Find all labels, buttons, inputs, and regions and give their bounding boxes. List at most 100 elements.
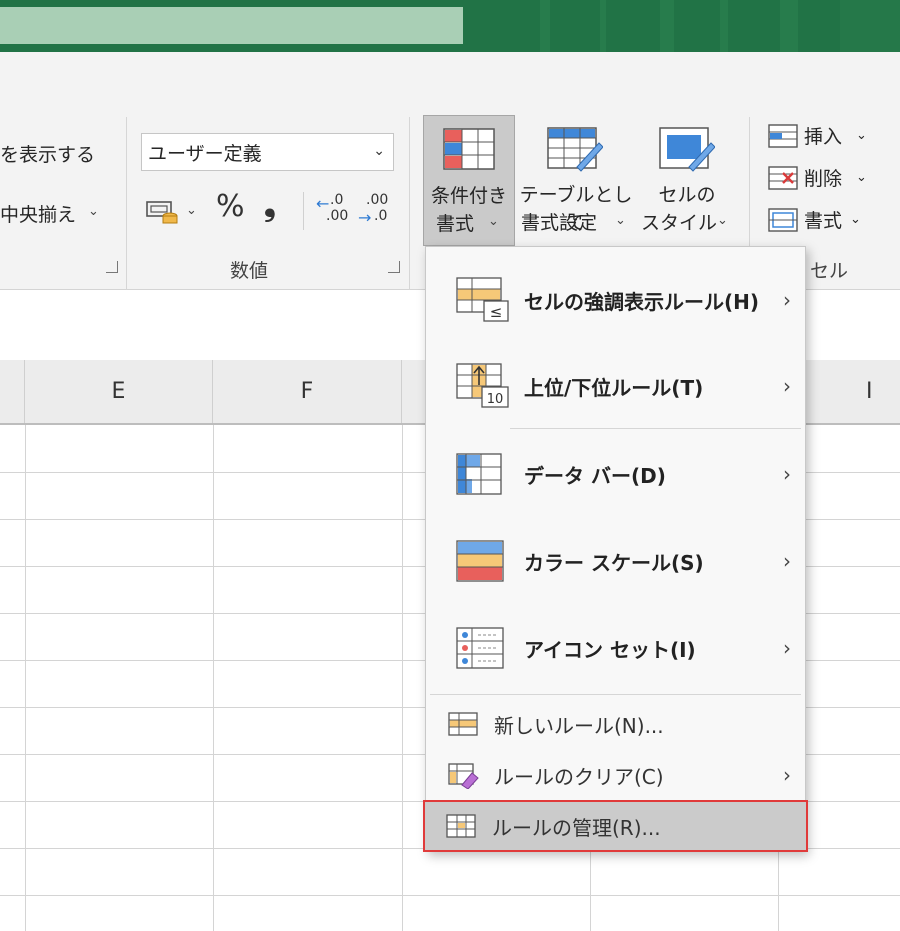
top-bottom-rules-icon: 10 [456,363,509,408]
icon-sets-icon [456,627,504,669]
decimal-text: .0 [374,208,388,224]
accounting-format-icon[interactable] [146,198,180,226]
title-bar [0,0,900,52]
group-divider [409,117,410,317]
title-decoration [780,0,798,52]
chevron-right-icon: › [783,636,791,660]
format-label: 書式 [804,210,843,232]
menu-item-label: アイコン セット(I) [524,637,696,662]
number-group-label: 数値 [230,260,269,282]
divider [303,192,304,230]
title-decoration [540,0,550,52]
menu-item-label: データ バー(D) [524,463,666,488]
chevron-right-icon: › [783,374,791,398]
cells-group-label: セル [810,260,849,282]
conditional-formatting-icon [443,128,495,170]
conditional-formatting-button[interactable]: 条件付き 書式 ⌄ [423,115,515,246]
number-format-value: ユーザー定義 [148,142,262,165]
cf-label-line2: 書式 [436,213,475,235]
format-as-table-button[interactable]: テーブルとして 書式設定 ⌄ [517,115,633,246]
chevron-right-icon: › [783,549,791,573]
format-as-table-line2: 書式設定 [521,212,598,234]
insert-cells-icon [768,123,798,148]
menu-item-label: ルールの管理(R)... [492,815,661,840]
chevron-down-icon: ⌄ [856,170,867,185]
eraser-icon [448,763,479,789]
chevron-down-icon: ⌄ [856,128,867,143]
data-bars-icon [456,453,502,495]
chevron-down-icon: ⌄ [850,212,861,227]
chevron-down-icon: ⌄ [488,214,499,229]
delete-button[interactable]: 削除 ⌄ [768,164,867,191]
number-launcher-icon[interactable] [388,261,400,273]
menu-item-manage-rules[interactable]: ルールの管理(R)... [423,800,808,852]
highlight-cells-rules-icon: ≤ [456,277,509,322]
title-decoration [600,0,606,52]
group-divider [126,117,127,317]
chevron-down-icon[interactable]: ⌄ [88,204,99,219]
menu-item-label: 新しいルール(N)... [494,713,664,738]
comma-style-button[interactable]: ❟ [264,188,276,223]
decimal-text: .00 [366,192,389,208]
grid-line [402,425,403,931]
menu-item-color-scales[interactable]: カラー スケール(S) › [426,518,805,604]
cell-styles-line2: スタイル [641,212,718,234]
column-header-f[interactable]: F [213,360,402,423]
column-header[interactable] [0,360,25,423]
arrow-right-icon: → [358,208,372,227]
menu-item-label: ルールのクリア(C) [494,764,664,789]
chevron-down-icon: ⌄ [717,213,728,228]
svg-text:≤: ≤ [490,303,503,321]
column-header-e[interactable]: E [25,360,213,423]
increase-decimal-button[interactable]: ← .0 .00 [316,192,350,232]
menu-item-new-rule[interactable]: 新しいルール(N)... [426,699,805,749]
chevron-down-icon[interactable]: ⌄ [186,203,197,218]
manage-rules-icon [446,814,476,838]
chevron-right-icon: › [783,288,791,312]
conditional-formatting-menu: ≤ セルの強調表示ルール(H) › 10 上位/下位ルール(T) › データ バ… [423,246,808,852]
chevron-down-icon: ⌄ [615,213,626,228]
menu-separator [510,428,801,429]
chevron-right-icon: › [783,462,791,486]
title-search-box[interactable] [0,7,463,44]
chevron-down-icon: ⌄ [373,143,385,159]
title-decoration [660,0,674,52]
delete-label: 削除 [804,168,843,190]
menu-item-label: 上位/下位ルール(T) [524,375,704,400]
menu-separator [430,694,801,695]
format-button[interactable]: 書式 ⌄ [768,206,861,233]
title-decoration [720,0,728,52]
menu-item-highlight-cells-rules[interactable]: ≤ セルの強調表示ルール(H) › [426,257,805,343]
grid-line [213,425,214,931]
cell-styles-button[interactable]: セルの スタイル ⌄ [637,115,737,246]
menu-item-label: セルの強調表示ルール(H) [524,289,760,314]
menu-item-label: カラー スケール(S) [524,550,704,575]
wrap-text-button[interactable]: を表示する [0,140,95,167]
decimal-text: .00 [326,208,349,224]
insert-button[interactable]: 挿入 ⌄ [768,122,867,149]
format-cells-icon [768,207,798,232]
title-decoration [840,0,900,52]
svg-text:10: 10 [487,392,504,407]
delete-cells-icon [768,165,798,190]
grid-line [0,895,900,896]
cell-styles-icon [659,127,715,172]
decrease-decimal-button[interactable]: .00 → .0 [358,192,392,232]
cf-label-line1: 条件付き [430,185,507,207]
alignment-launcher-icon[interactable] [106,261,118,273]
menu-item-clear-rules[interactable]: ルールのクリア(C) › [426,750,805,800]
grid-line [25,425,26,931]
insert-label: 挿入 [804,126,843,148]
number-format-select[interactable]: ユーザー定義 ⌄ [141,133,394,171]
decimal-text: .0 [330,192,344,208]
cell-styles-line1: セルの [658,184,716,206]
merge-center-button[interactable]: 中央揃え [0,200,76,227]
menu-item-icon-sets[interactable]: アイコン セット(I) › [426,605,805,691]
percent-style-button[interactable]: % [216,189,245,224]
menu-item-top-bottom-rules[interactable]: 10 上位/下位ルール(T) › [426,343,805,429]
menu-item-data-bars[interactable]: データ バー(D) › [426,431,805,517]
new-rule-icon [448,712,478,736]
chevron-right-icon: › [783,763,791,787]
format-as-table-icon [547,127,603,172]
color-scales-icon [456,540,504,582]
